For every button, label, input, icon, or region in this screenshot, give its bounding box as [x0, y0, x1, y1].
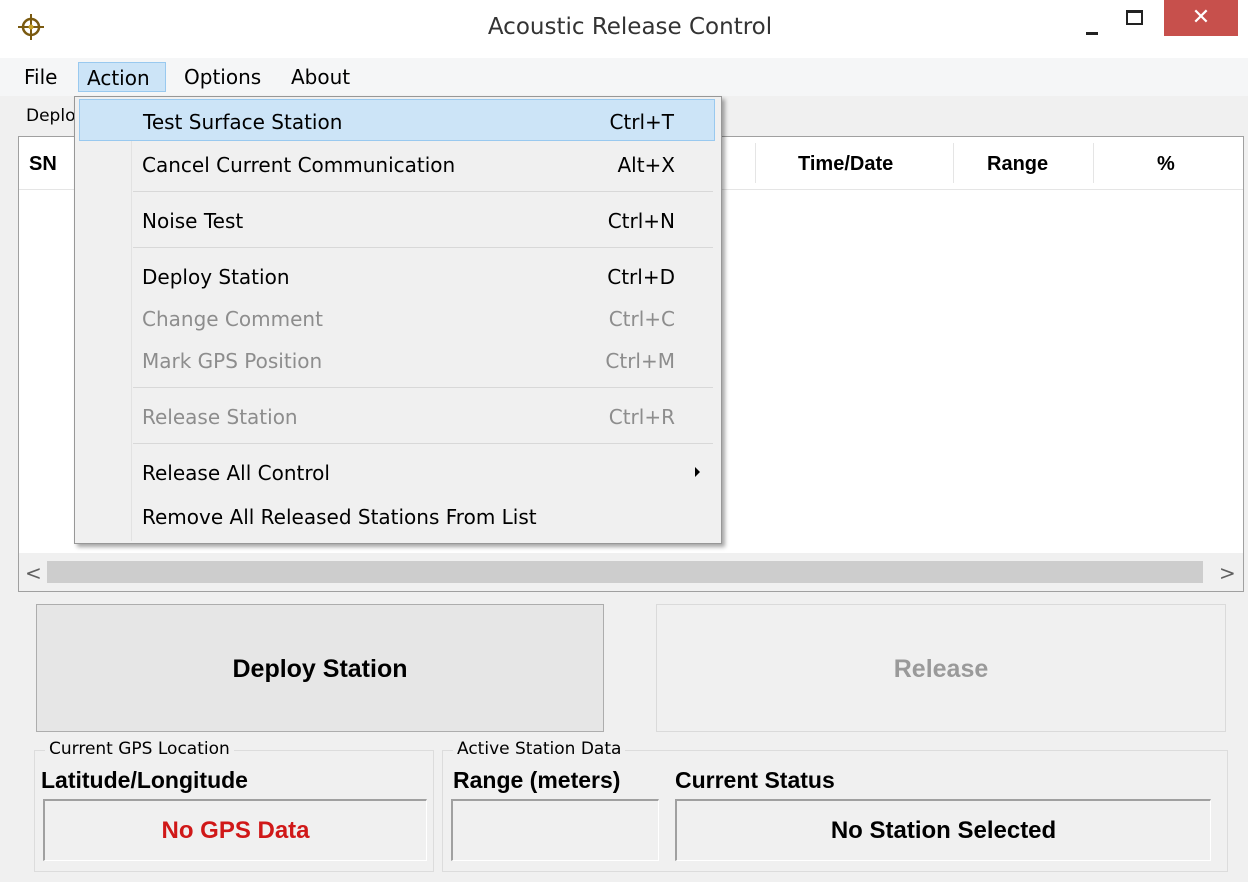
- menu-item-label: Noise Test: [142, 209, 244, 233]
- tab-deployed[interactable]: Deplo: [26, 106, 75, 126]
- column-sn[interactable]: SN: [29, 153, 57, 176]
- menu-item-label: Remove All Released Stations From List: [142, 505, 537, 529]
- column-time-date[interactable]: Time/Date: [798, 153, 893, 176]
- menu-item-shortcut: Ctrl+T: [609, 110, 674, 134]
- menu-bar: File Action Options About: [0, 58, 1248, 96]
- menu-item-label: Release Station: [142, 405, 298, 429]
- menu-item-release-all-control[interactable]: Release All Control: [79, 451, 715, 493]
- column-range[interactable]: Range: [987, 153, 1048, 176]
- app-window: Acoustic Release Control ✕ File Action O…: [0, 0, 1248, 882]
- menu-options[interactable]: Options: [176, 62, 269, 92]
- scroll-left-icon[interactable]: <: [25, 561, 42, 585]
- current-status-label: Current Status: [675, 767, 835, 793]
- gps-group-legend: Current GPS Location: [45, 739, 234, 759]
- latitude-longitude-label: Latitude/Longitude: [41, 767, 248, 793]
- maximize-button[interactable]: [1118, 6, 1158, 36]
- menu-item-deploy-station[interactable]: Deploy Station Ctrl+D: [79, 255, 715, 297]
- menu-about[interactable]: About: [283, 62, 358, 92]
- deploy-station-button[interactable]: Deploy Station: [36, 604, 604, 732]
- menu-item-label: Mark GPS Position: [142, 349, 323, 373]
- column-divider: [1093, 143, 1094, 183]
- station-group-legend: Active Station Data: [453, 739, 626, 759]
- close-icon: ✕: [1191, 5, 1211, 30]
- action-menu-dropdown: Test Surface Station Ctrl+T Cancel Curre…: [74, 96, 722, 544]
- release-button[interactable]: Release: [656, 604, 1226, 732]
- column-divider: [953, 143, 954, 183]
- range-label: Range (meters): [453, 767, 621, 793]
- menu-item-label: Cancel Current Communication: [142, 153, 456, 177]
- minimize-button[interactable]: [1074, 12, 1114, 40]
- menu-item-shortcut: Alt+X: [617, 153, 675, 177]
- station-group: Active Station Data Range (meters) Curre…: [442, 739, 1228, 872]
- gps-value: No GPS Data: [161, 817, 310, 844]
- menu-action[interactable]: Action: [78, 62, 166, 92]
- menu-item-label: Release All Control: [142, 461, 330, 485]
- menu-separator: [133, 191, 713, 192]
- menu-file[interactable]: File: [16, 62, 65, 92]
- menu-item-shortcut: Ctrl+N: [607, 209, 675, 233]
- scroll-thumb[interactable]: [47, 561, 1203, 583]
- menu-item-change-comment[interactable]: Change Comment Ctrl+C: [79, 297, 715, 339]
- menu-separator: [133, 387, 713, 388]
- title-bar: Acoustic Release Control ✕: [0, 0, 1248, 58]
- window-title: Acoustic Release Control: [487, 14, 773, 40]
- submenu-arrow-icon: [695, 467, 700, 477]
- menu-item-remove-released-stations[interactable]: Remove All Released Stations From List: [79, 495, 715, 537]
- menu-item-noise-test[interactable]: Noise Test Ctrl+N: [79, 199, 715, 241]
- status-value-field: No Station Selected: [675, 799, 1211, 861]
- menu-separator: [133, 443, 713, 444]
- menu-item-shortcut: Ctrl+R: [608, 405, 675, 429]
- horizontal-scrollbar[interactable]: < >: [19, 553, 1243, 591]
- menu-item-mark-gps-position[interactable]: Mark GPS Position Ctrl+M: [79, 339, 715, 381]
- menu-item-label: Deploy Station: [142, 265, 290, 289]
- menu-separator: [133, 247, 713, 248]
- gps-value-field: No GPS Data: [43, 799, 427, 861]
- menu-item-release-station[interactable]: Release Station Ctrl+R: [79, 395, 715, 437]
- menu-item-test-surface-station[interactable]: Test Surface Station Ctrl+T: [79, 99, 715, 141]
- menu-item-shortcut: Ctrl+M: [605, 349, 675, 373]
- scroll-right-icon[interactable]: >: [1219, 561, 1236, 585]
- menu-item-shortcut: Ctrl+C: [608, 307, 675, 331]
- column-percent[interactable]: %: [1157, 153, 1175, 176]
- menu-item-shortcut: Ctrl+D: [607, 265, 675, 289]
- column-divider: [755, 143, 756, 183]
- range-value-field: [451, 799, 659, 861]
- status-value: No Station Selected: [830, 817, 1057, 844]
- gps-group: Current GPS Location Latitude/Longitude …: [34, 739, 434, 872]
- menu-item-cancel-communication[interactable]: Cancel Current Communication Alt+X: [79, 143, 715, 185]
- menu-item-label: Test Surface Station: [143, 110, 343, 134]
- close-button[interactable]: ✕: [1164, 0, 1238, 36]
- menu-item-label: Change Comment: [142, 307, 323, 331]
